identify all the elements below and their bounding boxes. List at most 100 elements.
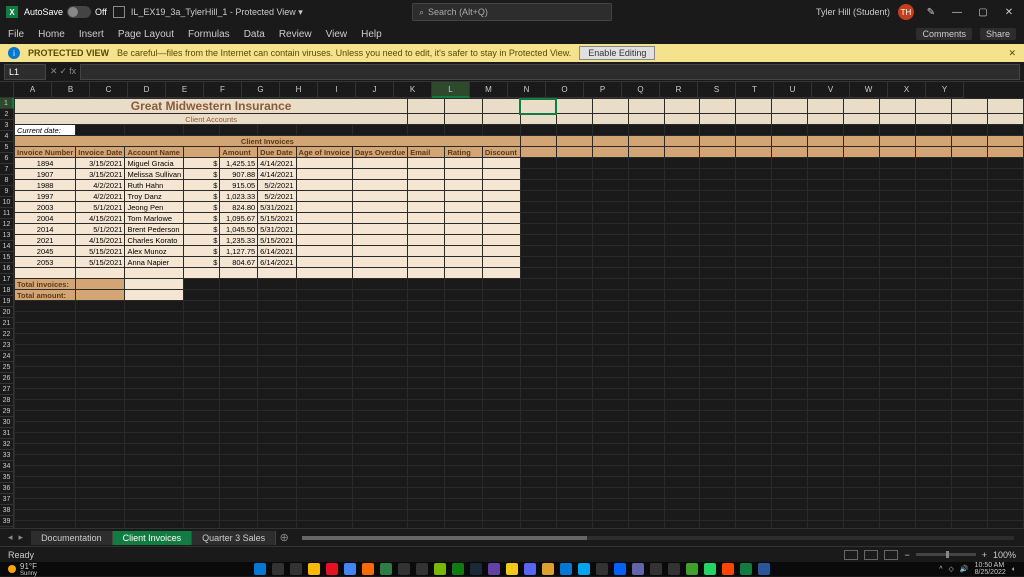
- row-header[interactable]: 34: [0, 461, 14, 472]
- col-header-K[interactable]: K: [394, 82, 432, 98]
- col-header-D[interactable]: D: [128, 82, 166, 98]
- taskbar-app-icon[interactable]: [488, 563, 500, 575]
- comments-button[interactable]: Comments: [916, 28, 972, 40]
- taskbar-app-icon[interactable]: [470, 563, 482, 575]
- fx-icon[interactable]: fx: [69, 66, 76, 77]
- taskbar-app-icon[interactable]: [542, 563, 554, 575]
- name-box[interactable]: L1: [4, 64, 46, 80]
- autosave-toggle[interactable]: AutoSave Off: [24, 6, 107, 18]
- taskbar-app-icon[interactable]: [722, 563, 734, 575]
- sheet-prev-icon[interactable]: ◂: [8, 532, 13, 543]
- row-header[interactable]: 33: [0, 450, 14, 461]
- tab-file[interactable]: File: [8, 29, 24, 40]
- taskbar-app-icon[interactable]: [614, 563, 626, 575]
- tab-review[interactable]: Review: [279, 29, 312, 40]
- horizontal-scrollbar[interactable]: [302, 533, 1014, 543]
- col-header-V[interactable]: V: [812, 82, 850, 98]
- taskbar-app-icon[interactable]: [308, 563, 320, 575]
- zoom-in-button[interactable]: +: [982, 550, 987, 560]
- tab-page-layout[interactable]: Page Layout: [118, 29, 174, 40]
- ribbon-options-icon[interactable]: ✎: [922, 3, 940, 21]
- taskbar-app-icon[interactable]: [758, 563, 770, 575]
- page-break-view-icon[interactable]: [884, 550, 898, 560]
- toggle-icon[interactable]: [67, 6, 91, 18]
- enable-editing-button[interactable]: Enable Editing: [579, 46, 655, 60]
- sheet-tab-quarter-3-sales[interactable]: Quarter 3 Sales: [192, 531, 276, 545]
- taskbar-app-icon[interactable]: [362, 563, 374, 575]
- col-header-E[interactable]: E: [166, 82, 204, 98]
- search-input[interactable]: ⌕ Search (Alt+Q): [412, 3, 612, 21]
- sheet-tab-documentation[interactable]: Documentation: [31, 531, 113, 545]
- minimize-button[interactable]: —: [948, 3, 966, 21]
- save-icon[interactable]: [113, 6, 125, 18]
- col-header-U[interactable]: U: [774, 82, 812, 98]
- row-header[interactable]: 21: [0, 318, 14, 329]
- taskbar-app-icon[interactable]: [398, 563, 410, 575]
- taskbar-app-icon[interactable]: [578, 563, 590, 575]
- taskbar-app-icon[interactable]: [272, 563, 284, 575]
- enter-icon[interactable]: ✓: [60, 66, 68, 77]
- avatar[interactable]: TH: [898, 4, 914, 20]
- row-header[interactable]: 38: [0, 505, 14, 516]
- row-header[interactable]: 1: [0, 98, 14, 109]
- taskbar-app-icon[interactable]: [434, 563, 446, 575]
- row-header[interactable]: 14: [0, 241, 14, 252]
- taskbar-app-icon[interactable]: [686, 563, 698, 575]
- row-header[interactable]: 4: [0, 131, 14, 142]
- col-header-X[interactable]: X: [888, 82, 926, 98]
- weather-widget[interactable]: 91°F Sunny: [8, 562, 37, 577]
- maximize-button[interactable]: ▢: [974, 3, 992, 21]
- taskbar-app-icon[interactable]: [740, 563, 752, 575]
- share-button[interactable]: Share: [980, 28, 1016, 40]
- taskbar-app-icon[interactable]: [704, 563, 716, 575]
- col-header-J[interactable]: J: [356, 82, 394, 98]
- row-header[interactable]: 24: [0, 351, 14, 362]
- taskbar-app-icon[interactable]: [632, 563, 644, 575]
- wifi-icon[interactable]: ◇: [949, 565, 954, 573]
- row-header[interactable]: 25: [0, 362, 14, 373]
- taskbar-app-icon[interactable]: [524, 563, 536, 575]
- tab-formulas[interactable]: Formulas: [188, 29, 230, 40]
- row-header[interactable]: 13: [0, 230, 14, 241]
- row-header[interactable]: 37: [0, 494, 14, 505]
- col-header-R[interactable]: R: [660, 82, 698, 98]
- user-name[interactable]: Tyler Hill (Student): [816, 7, 890, 17]
- taskbar-app-icon[interactable]: [326, 563, 338, 575]
- zoom-out-button[interactable]: −: [904, 550, 909, 560]
- row-header[interactable]: 17: [0, 274, 14, 285]
- row-header[interactable]: 15: [0, 252, 14, 263]
- taskbar-app-icon[interactable]: [254, 563, 266, 575]
- col-header-T[interactable]: T: [736, 82, 774, 98]
- document-title[interactable]: IL_EX19_3a_TylerHill_1 - Protected View …: [131, 7, 303, 18]
- col-header-G[interactable]: G: [242, 82, 280, 98]
- select-all-corner[interactable]: [0, 82, 14, 98]
- row-header[interactable]: 11: [0, 208, 14, 219]
- row-header[interactable]: 7: [0, 164, 14, 175]
- col-header-Y[interactable]: Y: [926, 82, 964, 98]
- tray-chevron-icon[interactable]: ^: [939, 566, 942, 573]
- row-header[interactable]: 12: [0, 219, 14, 230]
- sheet-tab-client-invoices[interactable]: Client Invoices: [113, 531, 193, 545]
- row-header[interactable]: 6: [0, 153, 14, 164]
- row-header[interactable]: 18: [0, 285, 14, 296]
- cancel-icon[interactable]: ✕: [50, 66, 58, 77]
- taskbar-app-icon[interactable]: [380, 563, 392, 575]
- col-header-C[interactable]: C: [90, 82, 128, 98]
- tab-data[interactable]: Data: [244, 29, 265, 40]
- notifications-icon[interactable]: ◐: [1012, 566, 1016, 573]
- taskbar-app-icon[interactable]: [452, 563, 464, 575]
- volume-icon[interactable]: 🔊: [960, 565, 969, 573]
- row-header[interactable]: 3: [0, 120, 14, 131]
- page-layout-view-icon[interactable]: [864, 550, 878, 560]
- col-header-A[interactable]: A: [14, 82, 52, 98]
- row-header[interactable]: 30: [0, 417, 14, 428]
- col-header-L[interactable]: L: [432, 82, 470, 98]
- row-header[interactable]: 9: [0, 186, 14, 197]
- spreadsheet-grid[interactable]: ABCDEFGHIJKLMNOPQRSTUVWXY 12345678910111…: [0, 82, 1024, 538]
- row-header[interactable]: 36: [0, 483, 14, 494]
- taskbar-app-icon[interactable]: [506, 563, 518, 575]
- taskbar-app-icon[interactable]: [596, 563, 608, 575]
- add-sheet-button[interactable]: ⊕: [276, 531, 292, 544]
- taskbar-app-icon[interactable]: [416, 563, 428, 575]
- col-header-P[interactable]: P: [584, 82, 622, 98]
